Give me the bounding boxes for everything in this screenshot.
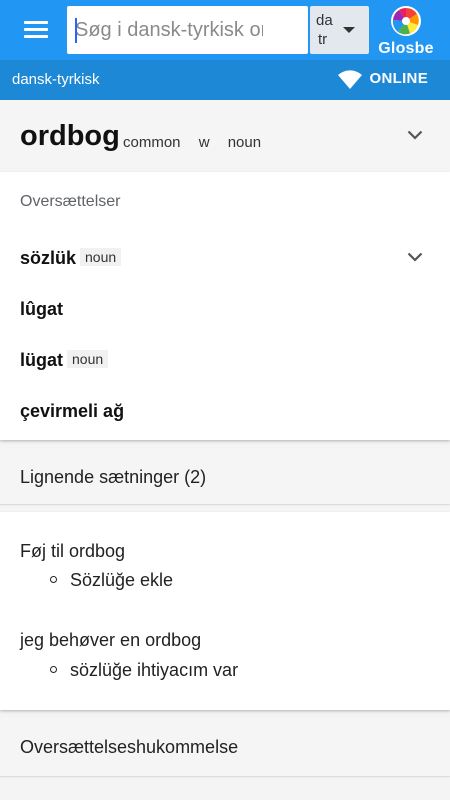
translation-item[interactable]: lûgat (20, 299, 63, 320)
translation-item[interactable]: çevirmeli ağ (20, 401, 124, 422)
app-bar: da tr Glosbe (0, 0, 450, 60)
headword-header[interactable]: ordbog common w noun (0, 100, 450, 170)
lang-from: da (316, 12, 333, 29)
translations-title: Oversættelser (20, 193, 121, 210)
online-status-text: ONLINE (369, 70, 428, 87)
translation-text: lûgat (20, 299, 63, 319)
language-pair-bar: dansk-tyrkisk ONLINE (0, 60, 450, 100)
logo-text: Glosbe (378, 40, 434, 57)
search-input[interactable] (75, 14, 263, 46)
hamburger-menu-icon[interactable] (24, 20, 50, 40)
translation-text: çevirmeli ağ (20, 401, 125, 421)
example-source: Føj til ordbog (20, 541, 126, 561)
bullet-icon (50, 576, 57, 583)
pos-tag: noun (80, 248, 122, 266)
lang-to: tr (318, 31, 328, 48)
translation-item[interactable]: lügat noun (20, 350, 109, 371)
similar-phrases-section[interactable]: Lignende sætninger (2) (0, 448, 450, 504)
translation-text: lügat (20, 350, 63, 370)
online-status: ONLINE (337, 70, 428, 90)
example-target: sözlüğe ihtiyacım var (50, 660, 238, 681)
bullet-icon (50, 666, 57, 673)
glosbe-logo[interactable]: Glosbe (376, 4, 440, 57)
headword: ordbog (20, 120, 120, 152)
pos-tag: noun (67, 350, 109, 368)
example-target: Sözlüğe ekle (50, 570, 173, 591)
translation-memory-section[interactable]: Oversættelseshukommelse (0, 718, 450, 776)
glosbe-logo-icon (391, 6, 421, 36)
tag-gender: common (123, 134, 181, 151)
translation-item[interactable]: sözlük noun (20, 248, 122, 269)
chevron-down-icon[interactable] (407, 130, 423, 140)
text-cursor (75, 18, 77, 43)
language-select[interactable]: da tr (310, 6, 369, 54)
search-box (67, 6, 367, 54)
tag-pos: noun (227, 134, 262, 151)
language-pair-label[interactable]: dansk-tyrkisk (12, 71, 100, 88)
translation-text: sözlük (20, 248, 77, 268)
translations-card: Oversættelser sözlük noun lûgat lügat noun… (0, 172, 450, 440)
translation-memory-title: Oversættelseshukommelse (20, 737, 239, 757)
tag-declension: w (198, 134, 210, 151)
headword-tags: common w noun (123, 134, 275, 151)
examples-card: Føj til ordbog Sözlüğe ekle jeg behøver … (0, 512, 450, 710)
similar-phrases-title: Lignende sætninger (2) (20, 467, 207, 487)
example-source: jeg behøver en ordbog (20, 630, 202, 650)
wifi-icon (337, 70, 362, 89)
dropdown-arrow-icon (343, 27, 355, 33)
chevron-down-icon[interactable] (407, 252, 423, 262)
